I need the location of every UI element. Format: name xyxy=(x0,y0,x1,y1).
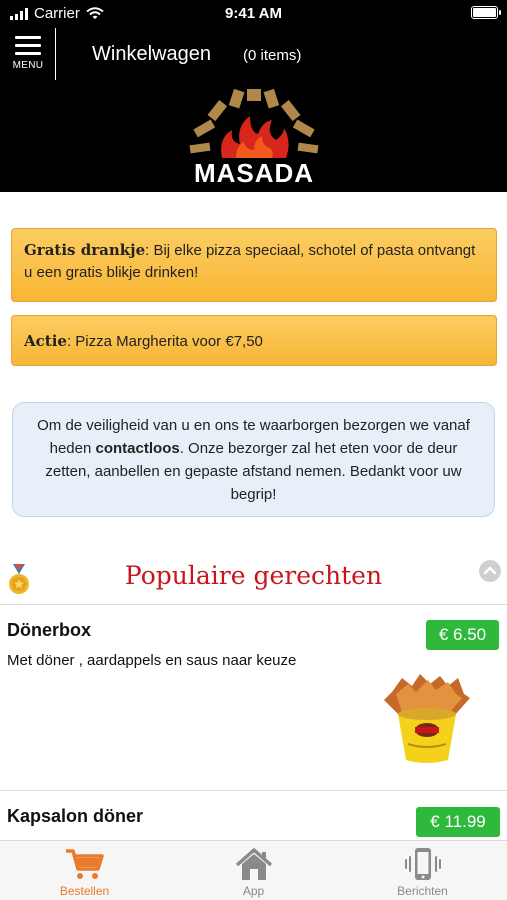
item-description: Met döner , aardappels en saus naar keuz… xyxy=(7,652,297,669)
clock: 9:41 AM xyxy=(225,5,282,22)
item-name: Kapsalon döner xyxy=(7,806,144,826)
tab-app[interactable]: App xyxy=(169,841,338,900)
home-icon xyxy=(235,848,273,880)
promo-free-drink: Gratis drankje: Bij elke pizza speciaal,… xyxy=(11,228,497,302)
promo-text: : Pizza Margherita voor €7,50 xyxy=(66,333,263,350)
cart-count[interactable]: (0 items) xyxy=(243,47,301,64)
doner-box-image xyxy=(384,674,470,763)
price-button[interactable]: € 6.50 + xyxy=(426,620,499,674)
promo-title: Gratis drankje xyxy=(24,241,146,259)
divider xyxy=(0,604,507,605)
section-title: Populaire gerechten xyxy=(124,561,383,590)
tab-label: Bestellen xyxy=(59,884,110,898)
item-name: Dönerbox xyxy=(7,620,92,640)
logo-text: MASADA xyxy=(193,158,315,188)
battery-icon xyxy=(471,6,501,19)
phone-vibrate-icon xyxy=(405,848,441,880)
status-bar: Carrier 9:41 AM xyxy=(0,0,507,26)
chevron-up-icon xyxy=(483,566,497,575)
header: Carrier 9:41 AM MENU Winkelwagen (0 item… xyxy=(0,0,507,192)
promo-title: Actie xyxy=(24,332,67,350)
tab-berichten[interactable]: Berichten xyxy=(338,841,507,900)
collapse-button[interactable] xyxy=(479,560,501,582)
app-screen: Carrier 9:41 AM MENU Winkelwagen (0 item… xyxy=(0,0,507,900)
contactless-notice: Om de veiligheid van u en ons te waarbor… xyxy=(12,402,495,517)
cart-title[interactable]: Winkelwagen xyxy=(92,43,211,66)
price-button[interactable]: € 11.99 + xyxy=(416,807,500,861)
notice-bold: contactloos xyxy=(95,440,180,457)
menu-button[interactable]: MENU xyxy=(8,34,48,80)
cart-icon xyxy=(66,849,104,879)
tab-bestellen[interactable]: Bestellen xyxy=(0,841,169,900)
masada-logo: MASADA xyxy=(184,86,324,190)
oven-fire-icon xyxy=(189,88,319,158)
menu-label: MENU xyxy=(12,60,44,71)
promo-action: Actie: Pizza Margherita voor €7,50 xyxy=(11,315,497,366)
tab-bar: Bestellen App Berichten xyxy=(0,840,507,900)
header-divider xyxy=(55,28,56,80)
tab-label: Berichten xyxy=(397,884,448,898)
tab-label: App xyxy=(242,884,265,898)
divider xyxy=(0,790,507,791)
hamburger-icon xyxy=(15,36,41,55)
